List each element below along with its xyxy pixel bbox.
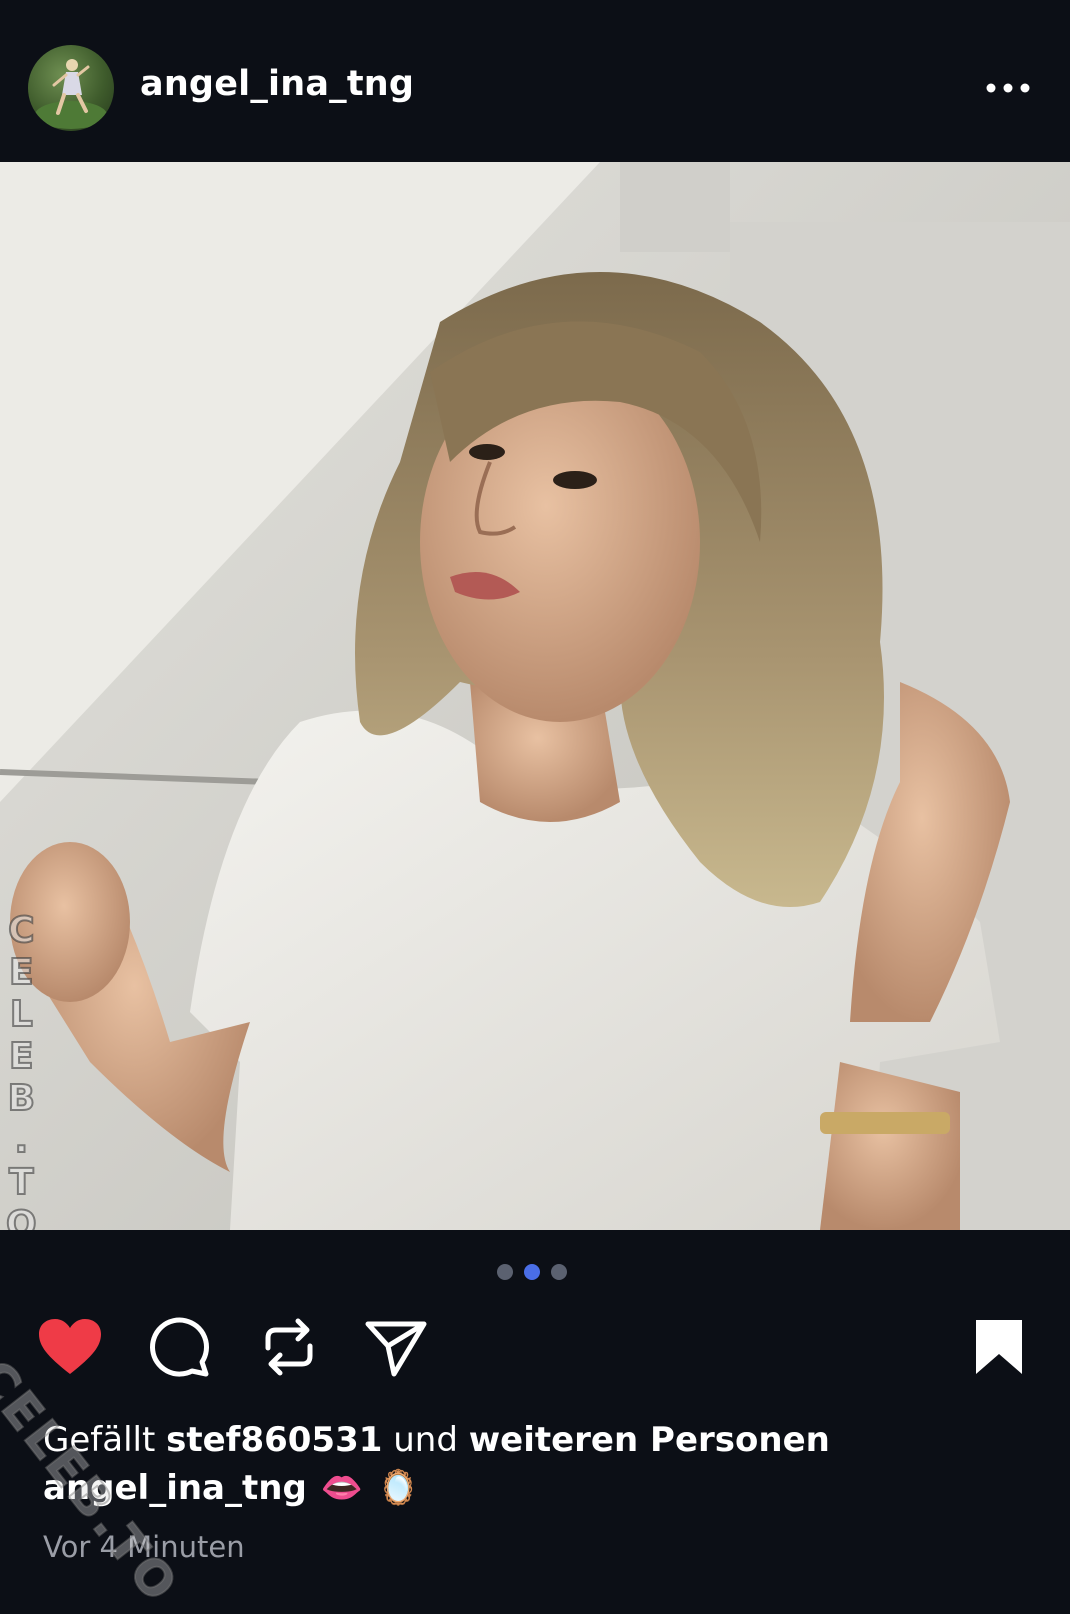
carousel-indicator xyxy=(497,1264,567,1280)
avatar-image xyxy=(35,59,107,129)
post-username[interactable]: angel_ina_tng xyxy=(140,64,414,104)
photo-illustration xyxy=(0,162,1070,1230)
likes-middle: und xyxy=(393,1420,458,1460)
carousel-dot-active xyxy=(524,1264,540,1280)
send-icon[interactable] xyxy=(364,1318,428,1378)
watermark-vertical: CELEB.TO xyxy=(5,909,38,1230)
likes-others[interactable]: weiteren Personen xyxy=(469,1420,830,1460)
likes-user[interactable]: stef860531 xyxy=(166,1420,382,1460)
heart-icon[interactable] xyxy=(36,1316,104,1378)
repost-icon[interactable] xyxy=(262,1314,316,1380)
post-photo[interactable]: CELEB.TO xyxy=(0,162,1070,1230)
comment-icon[interactable] xyxy=(148,1316,210,1378)
avatar[interactable] xyxy=(28,45,114,131)
post-header: angel_ina_tng xyxy=(0,0,1070,162)
carousel-dot xyxy=(497,1264,513,1280)
lips-emoji: 👄 xyxy=(320,1468,364,1508)
ellipsis-icon[interactable] xyxy=(978,70,1038,106)
carousel-dot xyxy=(551,1264,567,1280)
likes-line[interactable]: Gefällt stef860531 und weiteren Personen xyxy=(43,1420,830,1460)
bookmark-icon[interactable] xyxy=(972,1318,1026,1376)
mirror-emoji: 🪞 xyxy=(377,1468,420,1508)
